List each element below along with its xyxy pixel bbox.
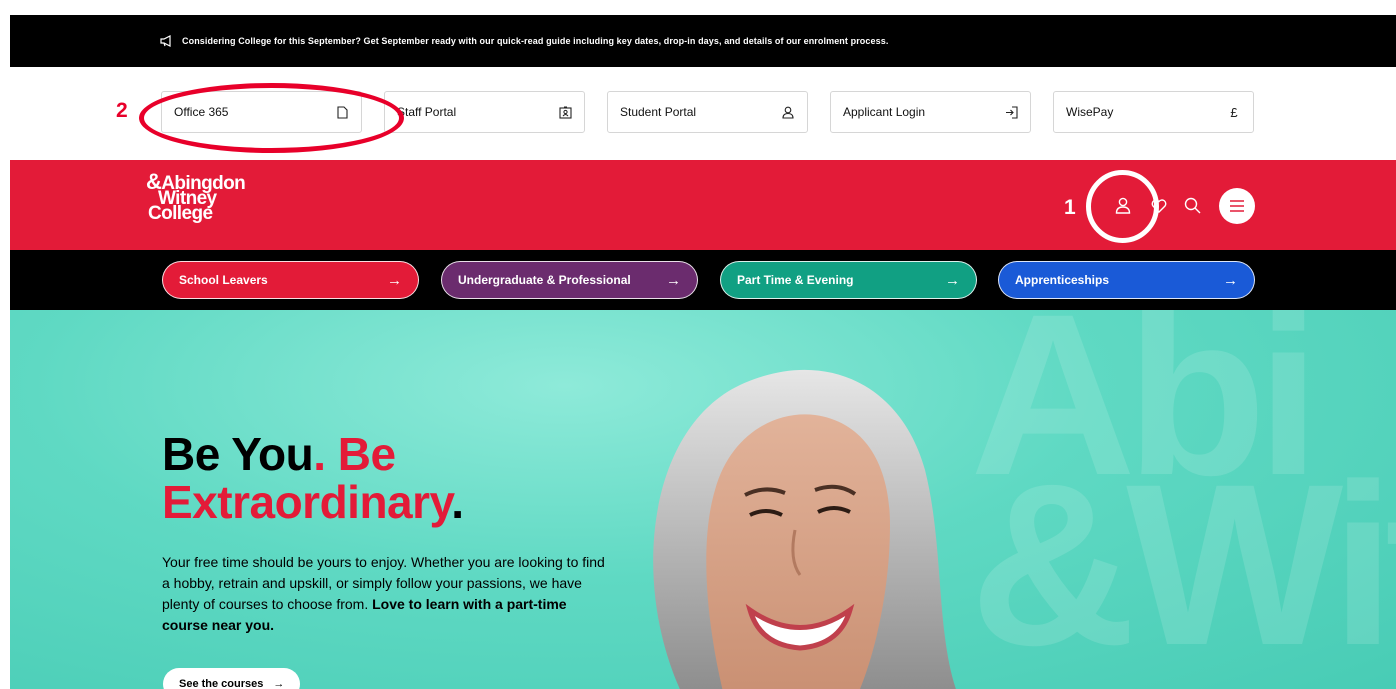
annotation-number-2: 2 [116,99,128,122]
logo-line-3: College [148,203,213,224]
quick-link-label: Applicant Login [843,105,926,119]
headline-part-be-you: Be You [162,428,314,480]
watermark-line-2: &Wit [970,436,1396,689]
arrow-right-icon: → [1223,271,1238,289]
site-header: &Abingdon Witney College [10,160,1396,250]
hero-banner: Abi &Wit Be You. Be Extraordinary. Your … [10,310,1396,689]
logo-watermark: Abi &Wit [970,310,1396,689]
headline-dot: . [451,476,464,528]
hero-portrait-image [653,369,956,689]
category-nav: School Leavers → Undergraduate & Profess… [10,250,1396,310]
quick-link-staff-portal[interactable]: Staff Portal [384,91,585,133]
quick-link-label: Staff Portal [397,105,457,119]
quick-link-applicant-login[interactable]: Applicant Login [830,91,1031,133]
announcement-bar[interactable]: Considering College for this September? … [10,15,1396,67]
hamburger-icon [1230,200,1244,212]
category-label: Apprenticeships [1015,273,1110,287]
category-school-leavers[interactable]: School Leavers → [162,261,419,299]
megaphone-icon [160,35,171,47]
headline-part-be: Be [325,428,396,480]
cta-label: See the courses [179,678,264,689]
annotation-ring-account [1086,170,1159,243]
headline-dot: . [313,428,326,480]
arrow-right-icon: → [945,271,960,289]
annotation-ring-office-365 [139,83,404,153]
login-icon [1004,105,1018,119]
category-part-time-evening[interactable]: Part Time & Evening → [720,261,977,299]
arrow-right-icon: → [273,678,285,689]
category-undergraduate-professional[interactable]: Undergraduate & Professional → [441,261,698,299]
see-the-courses-button[interactable]: See the courses → [163,668,301,689]
headline-part-extraordinary: Extraordinary [162,476,452,528]
hero-headline: Be You. Be Extraordinary. [162,428,464,528]
quick-link-label: WisePay [1066,105,1114,119]
annotation-number-1: 1 [1064,196,1076,219]
quick-link-label: Student Portal [620,105,697,119]
quick-link-wisepay[interactable]: WisePay £ [1053,91,1254,133]
category-label: School Leavers [179,273,268,287]
pound-icon: £ [1230,104,1238,120]
quick-link-student-portal[interactable]: Student Portal [607,91,808,133]
college-logo[interactable]: &Abingdon Witney College [146,171,246,224]
announcement-text[interactable]: Considering College for this September? … [182,36,888,46]
arrow-right-icon: → [387,271,402,289]
arrow-right-icon: → [666,271,681,289]
user-icon [781,105,795,119]
category-apprenticeships[interactable]: Apprenticeships → [998,261,1255,299]
search-button[interactable] [1177,190,1207,220]
category-label: Part Time & Evening [737,273,854,287]
id-badge-icon [558,105,572,119]
hero-description: Your free time should be yours to enjoy.… [162,552,612,636]
category-label: Undergraduate & Professional [458,273,631,287]
menu-button[interactable] [1219,188,1255,224]
search-icon [1184,197,1200,213]
